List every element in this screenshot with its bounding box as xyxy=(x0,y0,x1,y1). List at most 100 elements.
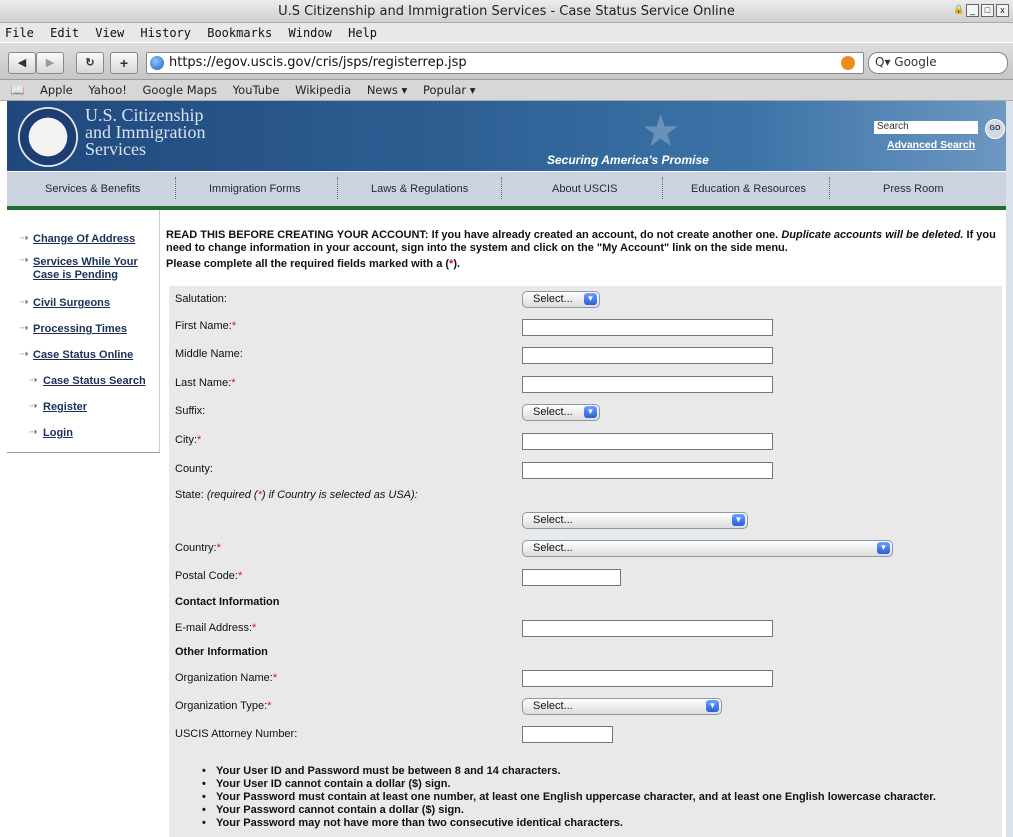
postal-code-field[interactable] xyxy=(522,569,621,586)
minimize-button[interactable]: _ xyxy=(966,4,979,17)
notice-warning: READ THIS BEFORE CREATING YOUR ACCOUNT: … xyxy=(166,229,779,241)
sidebar-item-services-pending[interactable]: Services While Your Case is Pending xyxy=(33,256,153,282)
advanced-search-link[interactable]: Advanced Search xyxy=(887,139,975,151)
bookmark-popular[interactable]: Popular ▾ xyxy=(417,80,482,97)
rule-item: Your Password cannot contain a dollar ($… xyxy=(202,804,1002,817)
arrow-icon: ⇢ xyxy=(20,255,29,266)
window-title: U.S Citizenship and Immigration Services… xyxy=(278,4,735,19)
other-info-heading: Other Information xyxy=(175,646,268,658)
browser-search-input[interactable]: Q▾ Google xyxy=(868,52,1008,74)
forward-button[interactable]: ▶ xyxy=(36,52,64,74)
nav-laws-regulations[interactable]: Laws & Regulations xyxy=(371,183,468,195)
address-bar[interactable]: https://egov.uscis.gov/cris/jsps/registe… xyxy=(146,52,864,74)
country-label-text: Country: xyxy=(175,542,217,554)
country-select[interactable]: Select... ▼ xyxy=(522,540,893,557)
add-bookmark-button[interactable]: + xyxy=(110,52,138,74)
bookmark-apple[interactable]: Apple xyxy=(34,80,79,97)
required-star: * xyxy=(231,377,236,389)
bookmarks-bar: 📖 Apple Yahoo! Google Maps YouTube Wikip… xyxy=(0,80,1013,101)
sidebar-item-case-status-online[interactable]: Case Status Online xyxy=(33,349,133,362)
county-field[interactable] xyxy=(522,462,773,479)
nav-divider xyxy=(175,177,176,199)
dropdown-arrow-icon: ▼ xyxy=(584,293,597,305)
close-button[interactable]: x xyxy=(996,4,1009,17)
sidebar-item-change-of-address[interactable]: Change Of Address xyxy=(33,233,135,246)
rule-item: Your User ID and Password must be betwee… xyxy=(202,765,1002,778)
maximize-button[interactable]: □ xyxy=(981,4,994,17)
org-name-field[interactable] xyxy=(522,670,773,687)
back-button[interactable]: ◀ xyxy=(8,52,36,74)
agency-name[interactable]: U.S. Citizenship and Immigration Service… xyxy=(85,106,205,159)
arrow-icon: ⇢ xyxy=(20,233,29,244)
sidebar-item-civil-surgeons[interactable]: Civil Surgeons xyxy=(33,297,110,310)
notice-duplicate: Duplicate accounts will be deleted. xyxy=(781,229,964,241)
last-name-field[interactable] xyxy=(522,376,773,393)
required-star: * xyxy=(237,570,243,582)
state-select[interactable]: Select... ▼ xyxy=(522,512,748,529)
sidebar-item-processing-times[interactable]: Processing Times xyxy=(33,323,127,336)
sidebar-subitem-register[interactable]: Register xyxy=(43,401,87,414)
dropdown-arrow-icon: ▼ xyxy=(732,514,745,526)
attorney-number-label: USCIS Attorney Number: xyxy=(175,728,298,740)
sidebar-subitem-case-status-search[interactable]: Case Status Search xyxy=(43,375,146,388)
rule-item: Your Password may not have more than two… xyxy=(202,817,1002,830)
rss-icon[interactable] xyxy=(841,56,855,70)
page-scrollbar[interactable] xyxy=(1006,101,1013,837)
bookmark-google-maps[interactable]: Google Maps xyxy=(137,80,223,97)
county-label: County: xyxy=(175,463,213,475)
bookmark-news[interactable]: News ▾ xyxy=(361,80,414,97)
suffix-select-value: Select... xyxy=(533,406,573,418)
city-label-text: City: xyxy=(175,434,197,446)
sidebar-subitem-login[interactable]: Login xyxy=(43,427,73,440)
nav-divider xyxy=(662,177,663,199)
star-decoration-icon: ★ xyxy=(641,107,681,156)
reload-button[interactable]: ↻ xyxy=(76,52,104,74)
search-placeholder: Q▾ Google xyxy=(875,55,937,69)
email-field[interactable] xyxy=(522,620,773,637)
agency-name-line3: Services xyxy=(85,139,146,159)
required-note-text: Please complete all the required fields … xyxy=(166,258,450,270)
url-text[interactable]: https://egov.uscis.gov/cris/jsps/registe… xyxy=(169,55,467,70)
rule-item: Your Password must contain at least one … xyxy=(202,791,1002,804)
city-field[interactable] xyxy=(522,433,773,450)
dropdown-arrow-icon: ▼ xyxy=(584,406,597,418)
middle-name-field[interactable] xyxy=(522,347,773,364)
nav-services-benefits[interactable]: Services & Benefits xyxy=(45,183,140,195)
org-name-label-text: Organization Name: xyxy=(175,672,273,684)
country-select-value: Select... xyxy=(533,542,573,554)
required-star: * xyxy=(252,622,257,634)
nav-immigration-forms[interactable]: Immigration Forms xyxy=(209,183,301,195)
banner-tagline: Securing America's Promise xyxy=(547,153,709,167)
nav-about-uscis[interactable]: About USCIS xyxy=(552,183,617,195)
bookmark-wikipedia[interactable]: Wikipedia xyxy=(289,80,357,97)
org-type-label-text: Organization Type: xyxy=(175,700,268,712)
arrow-icon: ⇢ xyxy=(20,297,29,308)
required-star: * xyxy=(272,672,278,684)
suffix-select[interactable]: Select... ▼ xyxy=(522,404,600,421)
menu-window[interactable]: Window xyxy=(284,23,336,40)
first-name-field[interactable] xyxy=(522,319,773,336)
menu-bookmarks[interactable]: Bookmarks xyxy=(202,23,276,40)
required-star: * xyxy=(231,320,237,332)
site-search-go-button[interactable]: GO xyxy=(985,119,1005,139)
org-type-select[interactable]: Select... ▼ xyxy=(522,698,722,715)
nav-press-room[interactable]: Press Room xyxy=(883,183,944,195)
menu-file[interactable]: File xyxy=(0,23,38,40)
attorney-number-field[interactable] xyxy=(522,726,613,743)
menu-help[interactable]: Help xyxy=(343,23,381,40)
salutation-select[interactable]: Select... ▼ xyxy=(522,291,600,308)
menu-history[interactable]: History xyxy=(135,23,195,40)
bookmark-youtube[interactable]: YouTube xyxy=(227,80,286,97)
country-label: Country:* xyxy=(175,542,221,554)
bookmark-yahoo[interactable]: Yahoo! xyxy=(82,80,132,97)
dhs-seal-logo[interactable] xyxy=(18,107,78,167)
menu-edit[interactable]: Edit xyxy=(45,23,83,40)
menu-bar: File Edit View History Bookmarks Window … xyxy=(0,23,1013,42)
required-note-end: ). xyxy=(453,258,461,270)
site-search-input[interactable]: Search xyxy=(874,121,978,134)
menu-view[interactable]: View xyxy=(90,23,128,40)
arrow-icon: ⇢ xyxy=(29,401,38,412)
nav-education-resources[interactable]: Education & Resources xyxy=(691,183,806,195)
plus-icon: + xyxy=(119,55,129,71)
book-icon[interactable]: 📖 xyxy=(0,80,30,97)
